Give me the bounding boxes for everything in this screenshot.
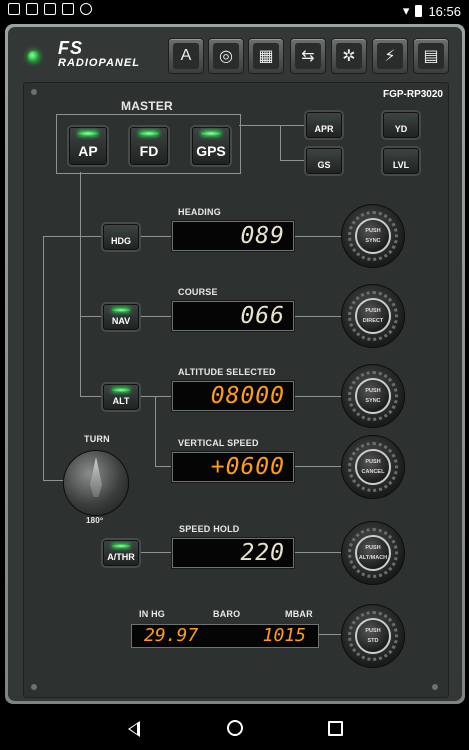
back-icon[interactable] bbox=[128, 721, 140, 737]
master-label: MASTER bbox=[121, 99, 173, 113]
speed-hold-label: SPEED HOLD bbox=[179, 524, 240, 534]
heading-display: 089 bbox=[172, 221, 294, 251]
speed-hold-display: 220 bbox=[172, 538, 294, 568]
inhg-value: 29.97 bbox=[144, 625, 199, 646]
screw bbox=[432, 684, 438, 690]
app-logo: FS RADIOPANEL bbox=[58, 38, 140, 69]
baro-display: 29.97 1015 bbox=[131, 624, 319, 648]
status-bar: ▾ 16:56 bbox=[0, 0, 469, 22]
apr-button[interactable]: APR bbox=[306, 112, 342, 138]
gps-button[interactable]: GPS bbox=[192, 127, 230, 165]
sim-icon bbox=[8, 3, 20, 15]
heading-label: HEADING bbox=[178, 207, 221, 217]
monitor-icon: ▤ bbox=[418, 43, 444, 69]
course-label: COURSE bbox=[178, 287, 218, 297]
power-led bbox=[28, 51, 39, 62]
alt-button[interactable]: ALT bbox=[103, 384, 139, 410]
autopilot-button[interactable]: A bbox=[168, 38, 204, 74]
settings-sliders-button[interactable]: ⇆ bbox=[290, 38, 326, 74]
heading-knob[interactable]: PUSH SYNC bbox=[341, 204, 405, 268]
baro-label: BARO bbox=[213, 609, 241, 619]
autopilot-icon: A bbox=[173, 43, 199, 69]
battery-icon bbox=[415, 5, 423, 17]
vertical-speed-knob[interactable]: PUSH CANCEL bbox=[341, 435, 405, 499]
tools-icon: ⚡ bbox=[377, 43, 403, 69]
gallery-icon bbox=[26, 3, 38, 15]
turn-label: TURN bbox=[84, 434, 110, 444]
fd-led bbox=[139, 131, 159, 136]
athr-button[interactable]: A/THR bbox=[103, 540, 139, 566]
fd-button[interactable]: FD bbox=[130, 127, 168, 165]
turn-pointer bbox=[90, 457, 102, 497]
altitude-label: ALTITUDE SELECTED bbox=[178, 367, 276, 377]
ap-led bbox=[78, 131, 98, 136]
settings-sliders-icon: ⇆ bbox=[295, 43, 321, 69]
engine-display-button[interactable]: ▦ bbox=[248, 38, 284, 74]
yd-button[interactable]: YD bbox=[383, 112, 419, 138]
turn-degrees: 180º bbox=[86, 516, 104, 525]
gps-led bbox=[201, 131, 221, 136]
radio-stack-icon: ◎ bbox=[213, 43, 239, 69]
gallery-icon bbox=[44, 3, 56, 15]
altitude-knob[interactable]: PUSH SYNC bbox=[341, 364, 405, 428]
course-display: 066 bbox=[172, 301, 294, 331]
model-label: FGP-RP3020 bbox=[382, 89, 443, 100]
baro-knob[interactable]: PUSH STD bbox=[341, 604, 405, 668]
screw bbox=[31, 89, 37, 95]
radio-stack-button[interactable]: ◎ bbox=[208, 38, 244, 74]
home-icon[interactable] bbox=[227, 720, 243, 736]
hdg-button[interactable]: HDG bbox=[103, 224, 139, 250]
recents-icon[interactable] bbox=[328, 721, 343, 736]
tools-button[interactable]: ⚡ bbox=[372, 38, 408, 74]
turn-knob[interactable] bbox=[63, 450, 129, 516]
wifi-icon: ▾ bbox=[402, 3, 410, 18]
course-knob[interactable]: PUSH DIRECT bbox=[341, 284, 405, 348]
nav-button[interactable]: NAV bbox=[103, 304, 139, 330]
altitude-display: 08000 bbox=[172, 381, 294, 411]
screw bbox=[31, 684, 37, 690]
ap-button[interactable]: AP bbox=[69, 127, 107, 165]
mbar-value: 1015 bbox=[262, 625, 306, 646]
inhg-label: IN HG bbox=[139, 609, 166, 619]
vertical-speed-display: +0600 bbox=[172, 452, 294, 482]
lvl-button[interactable]: LVL bbox=[383, 148, 419, 174]
vertical-speed-label: VERTICAL SPEED bbox=[178, 438, 259, 448]
gs-button[interactable]: GS bbox=[306, 148, 342, 174]
gear-icon: ✲ bbox=[336, 43, 362, 69]
clock: 16:56 bbox=[428, 3, 461, 19]
calendar-icon bbox=[62, 3, 74, 15]
engine-display-icon: ▦ bbox=[253, 43, 279, 69]
usb-icon bbox=[80, 3, 92, 15]
gear-settings-button[interactable]: ✲ bbox=[331, 38, 367, 74]
system-nav-bar bbox=[0, 706, 469, 750]
speed-knob[interactable]: PUSH ALT/MACH bbox=[341, 521, 405, 585]
monitor-button[interactable]: ▤ bbox=[413, 38, 449, 74]
mbar-label: MBAR bbox=[285, 609, 313, 619]
